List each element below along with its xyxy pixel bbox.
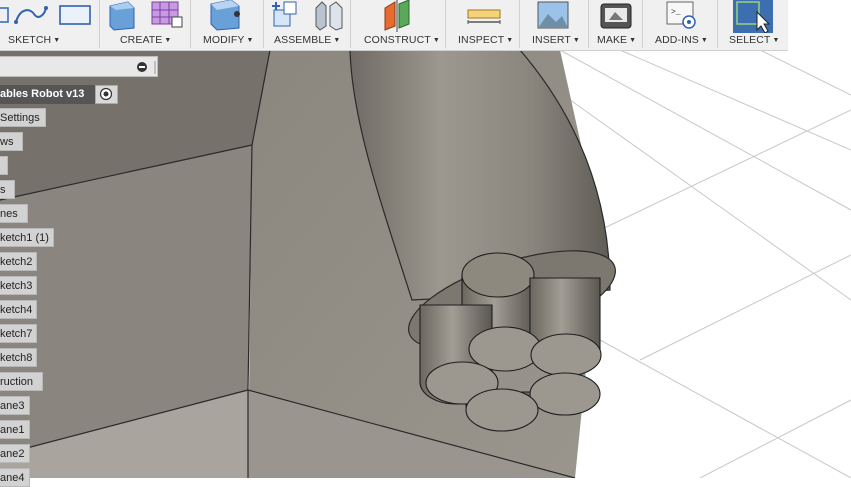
create-icons bbox=[109, 1, 183, 31]
modify-group[interactable]: MODIFY ▼ bbox=[191, 0, 263, 50]
make-group[interactable]: MAKE ▼ bbox=[589, 0, 642, 50]
select-group[interactable]: SELECT ▼ bbox=[718, 0, 788, 50]
scripts-icon: >_ bbox=[666, 1, 696, 29]
measure-icon bbox=[467, 9, 501, 24]
browser-item[interactable]: ane1 bbox=[0, 420, 30, 439]
collapse-icon[interactable] bbox=[0, 57, 158, 78]
assemble-group[interactable]: ASSEMBLE ▼ bbox=[264, 0, 350, 50]
browser-item[interactable]: ketch8 bbox=[0, 348, 37, 367]
browser-item[interactable]: ketch7 bbox=[0, 324, 37, 343]
addins-group[interactable]: >_ ADD-INS ▼ bbox=[643, 0, 717, 50]
activate-radio[interactable] bbox=[95, 85, 118, 104]
construct-plane-icon bbox=[384, 0, 410, 32]
assemble-icons bbox=[272, 1, 343, 31]
create-group[interactable]: CREATE ▼ bbox=[100, 0, 190, 50]
browser-item[interactable] bbox=[0, 156, 8, 175]
insert-image-icon bbox=[537, 1, 569, 29]
assemble-menu[interactable]: ASSEMBLE ▼ bbox=[274, 34, 340, 46]
browser-item[interactable]: ane2 bbox=[0, 444, 30, 463]
browser-header[interactable] bbox=[0, 56, 158, 77]
select-cursor-icon bbox=[736, 1, 771, 34]
addins-menu[interactable]: ADD-INS ▼ bbox=[655, 34, 708, 46]
sketch-icons bbox=[0, 5, 91, 25]
sketch-menu[interactable]: SKETCH ▼ bbox=[8, 34, 60, 46]
sketch-group[interactable]: SKETCH ▼ bbox=[0, 0, 98, 50]
select-button[interactable] bbox=[733, 0, 773, 34]
browser-item[interactable]: ruction bbox=[0, 372, 43, 391]
toolbar: SKETCH ▼ CREATE ▼ MODIFY ▼ ASSEMBLE ▼ CO… bbox=[0, 0, 788, 51]
browser-root-item[interactable]: ables Robot v13 bbox=[0, 85, 118, 104]
insert-group[interactable]: INSERT ▼ bbox=[520, 0, 588, 50]
browser-item[interactable]: ketch1 (1) bbox=[0, 228, 54, 247]
browser-item[interactable]: s bbox=[0, 180, 15, 199]
3d-print-icon bbox=[600, 3, 632, 29]
browser-item[interactable]: ws bbox=[0, 132, 23, 151]
insert-menu[interactable]: INSERT ▼ bbox=[532, 34, 580, 46]
select-menu[interactable]: SELECT ▼ bbox=[729, 34, 779, 46]
radio-icon bbox=[99, 87, 113, 101]
press-pull-icon bbox=[210, 0, 240, 31]
browser-item[interactable]: ketch3 bbox=[0, 276, 37, 295]
svg-text:>_: >_ bbox=[671, 8, 681, 17]
construct-menu[interactable]: CONSTRUCT ▼ bbox=[364, 34, 440, 46]
browser-item[interactable]: ane3 bbox=[0, 396, 30, 415]
make-menu[interactable]: MAKE ▼ bbox=[597, 34, 636, 46]
create-menu[interactable]: CREATE ▼ bbox=[120, 34, 171, 46]
browser-item[interactable]: ketch4 bbox=[0, 300, 37, 319]
browser-item[interactable]: Settings bbox=[0, 108, 46, 127]
root-label: ables Robot v13 bbox=[0, 85, 95, 104]
browser-item[interactable]: nes bbox=[0, 204, 28, 223]
inspect-menu[interactable]: INSPECT ▼ bbox=[458, 34, 513, 46]
inspect-group[interactable]: INSPECT ▼ bbox=[446, 0, 519, 50]
modify-menu[interactable]: MODIFY ▼ bbox=[203, 34, 253, 46]
browser-item[interactable]: ketch2 bbox=[0, 252, 37, 271]
construct-group[interactable]: CONSTRUCT ▼ bbox=[351, 0, 445, 50]
